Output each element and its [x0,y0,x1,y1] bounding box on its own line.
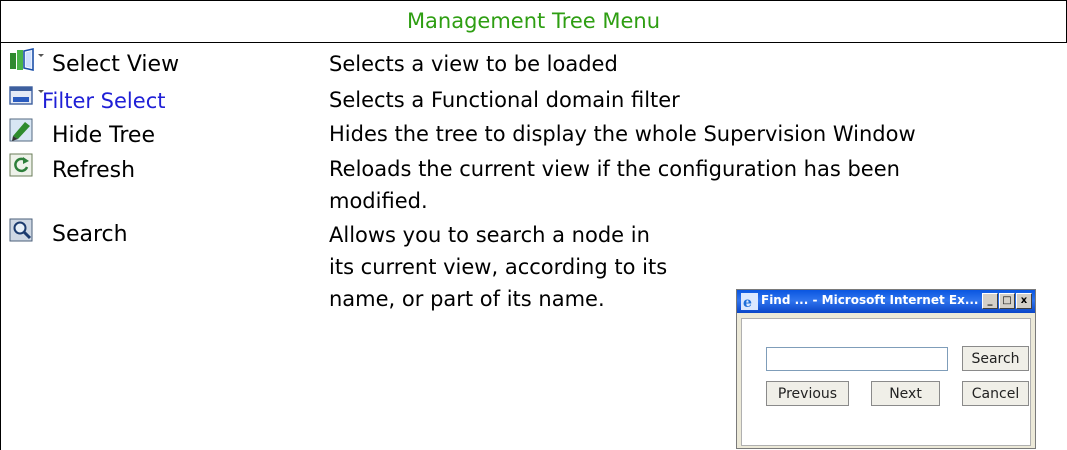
hide-tree-description: Hides the tree to display the whole Supe… [329,122,916,146]
find-dialog-titlebar[interactable]: e Find ... - Microsoft Internet Ex... _ … [737,290,1035,313]
table-top-border [0,0,1067,1]
search-description-line-3: name, or part of its name. [329,287,605,311]
find-next-button[interactable]: Next [871,381,940,406]
search-icon[interactable] [9,218,39,246]
refresh-description-line-1: Reloads the current view if the configur… [329,157,900,181]
select-view-label: Select View [52,52,180,77]
refresh-icon[interactable] [9,153,39,181]
svg-text:e: e [743,295,752,310]
internet-explorer-icon: e [741,293,758,311]
menu-table: Management Tree Menu Select View Selects… [0,0,1067,450]
filter-select-icon[interactable] [9,84,44,112]
table-title: Management Tree Menu [406,9,661,33]
refresh-label: Refresh [52,158,136,183]
find-cancel-button[interactable]: Cancel [962,381,1029,406]
close-button[interactable]: x [1016,293,1032,309]
table-left-border [0,0,1,450]
search-description-line-2: its current view, according to its [329,255,668,279]
hide-tree-icon[interactable] [9,118,39,146]
find-search-button[interactable]: Search [962,346,1029,371]
find-search-input[interactable] [766,347,948,371]
hide-tree-label: Hide Tree [52,123,155,148]
maximize-button[interactable]: □ [999,293,1015,309]
search-description-line-1: Allows you to search a node in [329,223,650,247]
minimize-button[interactable]: _ [982,293,998,309]
filter-select-description: Selects a Functional domain filter [329,88,680,112]
search-label: Search [52,222,128,247]
find-dialog: e Find ... - Microsoft Internet Ex... _ … [736,289,1036,449]
refresh-description: Reloads the current view if the configur… [329,153,900,217]
select-view-icon[interactable] [9,48,44,76]
find-previous-button[interactable]: Previous [766,381,849,406]
select-view-description: Selects a view to be loaded [329,52,618,76]
search-description: Allows you to search a node in its curre… [329,219,667,315]
refresh-description-line-2: modified. [329,189,428,213]
filter-select-label[interactable]: Filter Select [42,89,165,113]
find-dialog-title: Find ... - Microsoft Internet Ex... [761,293,979,307]
find-dialog-body: Search Previous Next Cancel [741,318,1031,446]
table-header-divider [0,42,1067,43]
